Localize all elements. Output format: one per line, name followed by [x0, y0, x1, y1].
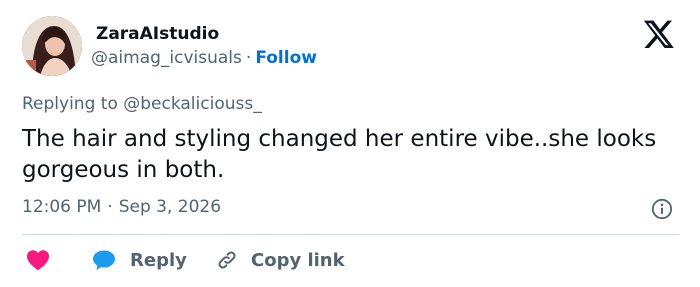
tweet-time: 12:06 PM [22, 197, 102, 217]
reply-context: Replying to @beckaliciouss_ [22, 94, 262, 114]
copy-link-button[interactable]: Copy link [215, 246, 345, 274]
heart-icon[interactable] [26, 249, 50, 271]
author-display-name[interactable]: ZaraAIstudio [96, 24, 219, 44]
action-bar: Reply Copy link [0, 246, 700, 274]
tweet-card: ZaraAIstudio @aimag_icvisuals · Follow Rep… [0, 0, 700, 287]
reply-label: Reply [130, 249, 187, 271]
tweet-text: The hair and styling changed her entire … [22, 126, 657, 183]
copy-link-label: Copy link [251, 249, 345, 271]
x-logo-icon[interactable] [642, 20, 676, 50]
follow-button[interactable]: Follow [255, 48, 317, 68]
link-icon [218, 251, 236, 269]
avatar-image [22, 16, 82, 76]
author-handle-row: @aimag_icvisuals · Follow [91, 48, 317, 68]
reply-button[interactable]: Reply [92, 246, 187, 274]
avatar[interactable] [22, 16, 82, 76]
author-handle[interactable]: @aimag_icvisuals [91, 48, 242, 68]
info-icon[interactable] [651, 198, 673, 220]
speech-bubble-icon [93, 250, 115, 270]
reply-mention-link[interactable]: @beckaliciouss_ [123, 94, 261, 114]
tweet-date: Sep 3, 2026 [118, 197, 222, 217]
timestamp-separator: · [107, 197, 113, 217]
tweet-timestamp[interactable]: 12:06 PM · Sep 3, 2026 [22, 197, 221, 217]
reply-context-prefix: Replying to [22, 94, 124, 114]
handle-separator: · [245, 48, 252, 68]
divider [22, 234, 679, 235]
